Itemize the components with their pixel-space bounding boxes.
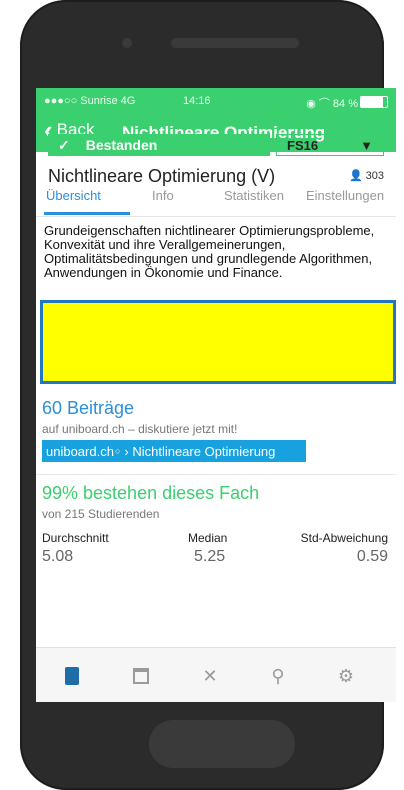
carrier-label: ●●●○○ Sunrise 4G: [44, 95, 136, 107]
status-badge[interactable]: ✓ Bestanden: [48, 134, 270, 156]
stat-label-stddev: Std-Abweichung: [300, 531, 388, 545]
course-description: Grundeigenschaften nichtlinearer Optimie…: [44, 223, 375, 280]
stat-value-stddev: 0.59: [356, 548, 388, 565]
speaker-grille: [171, 38, 299, 48]
check-icon: ✓: [58, 136, 70, 153]
status-label: Bestanden: [85, 137, 158, 153]
forum-link[interactable]: uniboard.ch ○ › Nichtlineare Optimierung: [42, 440, 306, 462]
search-icon[interactable]: ⚲: [268, 666, 288, 686]
stat-label-average: Durchschnitt: [42, 531, 109, 545]
semester-value: FS16: [287, 137, 319, 153]
clock: 14:16: [183, 95, 211, 107]
tab-statistiken[interactable]: Statistiken: [224, 188, 284, 203]
app-screen: ●●●○○ Sunrise 4G 14:16 ◉ ⌒ 84 % ‹ Back N…: [36, 88, 396, 702]
ad-banner[interactable]: [40, 300, 396, 384]
forum-subtitle: auf uniboard.ch – diskutiere jetzt mit!: [42, 422, 238, 436]
pass-rate: 99% bestehen dieses Fach: [42, 483, 260, 503]
statistics-section: 99% bestehen dieses Fach von 215 Studier…: [36, 474, 396, 585]
stat-value-average: 5.08: [42, 548, 74, 565]
bottom-tab-bar: ✕ ⚲ ⚙: [36, 647, 396, 702]
uniboard-brand: uniboard.ch: [46, 443, 114, 459]
battery-icon: [360, 96, 388, 108]
cutlery-icon[interactable]: ✕: [200, 666, 220, 686]
tab-bar-top: Übersicht Info Statistiken Einstellungen: [36, 176, 396, 217]
gear-icon[interactable]: ⚙: [336, 666, 356, 686]
front-camera: [122, 38, 132, 48]
forum-link-text: › Nichtlineare Optimierung: [124, 443, 276, 459]
home-button[interactable]: [149, 720, 295, 768]
pass-rate-basis: von 215 Studierenden: [42, 507, 160, 521]
semester-select[interactable]: FS16 ▼: [276, 134, 384, 156]
stat-value-median: 5.25: [194, 548, 226, 565]
calendar-icon[interactable]: [131, 666, 151, 686]
forum-post-count[interactable]: 60 Beiträge: [42, 398, 134, 419]
chat-bubble-icon: ○: [114, 446, 121, 456]
forum-section: 60 Beiträge auf uniboard.ch – diskutiere…: [36, 394, 396, 474]
stat-label-median: Median: [188, 531, 228, 545]
triangle-down-icon: ▼: [360, 137, 373, 153]
status-bar: ●●●○○ Sunrise 4G 14:16 ◉ ⌒ 84 %: [36, 88, 396, 114]
tab-uebersicht[interactable]: Übersicht: [46, 188, 101, 203]
book-icon[interactable]: [62, 666, 82, 686]
tab-info[interactable]: Info: [152, 188, 174, 203]
active-tab-indicator: [44, 212, 130, 215]
tab-einstellungen[interactable]: Einstellungen: [306, 188, 384, 203]
status-indicators: ◉ ⌒ 84 %: [306, 98, 358, 110]
